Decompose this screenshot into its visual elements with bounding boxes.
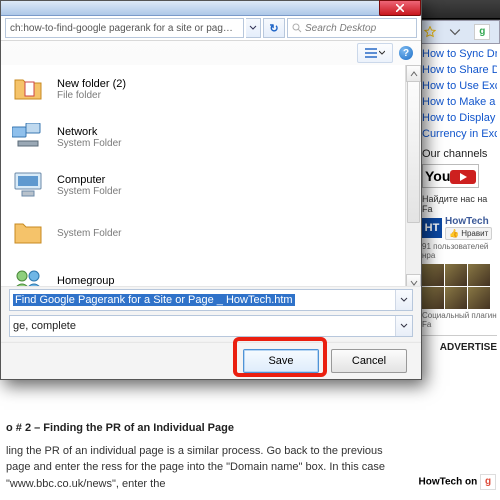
save-button[interactable]: Save — [243, 349, 319, 373]
sidebar-right: How to Sync Dr How to Share D How to Use… — [419, 44, 500, 500]
article-text: o # 2 – Finding the PR of an Individual … — [0, 414, 410, 492]
dialog-address-bar: ch:how-to-find-google pagerank for a sit… — [1, 16, 421, 41]
youtube-label: You — [425, 168, 450, 184]
dialog-toolbar: ? — [1, 41, 421, 66]
item-type: File folder — [57, 90, 126, 101]
close-button[interactable] — [379, 0, 421, 16]
list-item[interactable]: NetworkSystem Folder — [1, 113, 421, 161]
list-item[interactable]: ComputerSystem Folder — [1, 161, 421, 209]
filename-input[interactable]: Find Google Pagerank for a Site or Page … — [9, 289, 413, 311]
item-type: System Folder — [57, 228, 121, 239]
breadcrumb-path[interactable]: ch:how-to-find-google pagerank for a sit… — [5, 18, 244, 38]
facebook-heading-ru: Найдите нас на Fa — [422, 194, 497, 214]
help-icon: ? — [403, 48, 409, 59]
facebook-fan-thumbs — [422, 264, 497, 309]
related-link[interactable]: How to Make a — [422, 96, 497, 108]
chevron-down-icon — [379, 50, 385, 56]
folder-icon — [11, 216, 45, 250]
browser-toolbar-right: g — [414, 20, 500, 44]
facebook-plugin-text: Социальный плагин Fa — [422, 311, 497, 329]
filetype-dropdown[interactable] — [395, 316, 412, 336]
divider — [422, 335, 497, 336]
article-step-heading: o # 2 – Finding the PR of an Individual … — [6, 420, 404, 437]
related-link[interactable]: How to Display — [422, 112, 497, 124]
breadcrumb-dropdown[interactable] — [246, 18, 261, 38]
view-mode-button[interactable] — [357, 43, 393, 63]
facebook-like-button[interactable]: 👍 Нравит — [445, 227, 492, 240]
scroll-up-icon[interactable] — [406, 65, 421, 82]
filetype-value: ge, complete — [13, 320, 76, 332]
item-type: System Folder — [57, 186, 121, 197]
chevron-down-icon[interactable] — [449, 26, 461, 38]
favorite-star-icon[interactable] — [424, 26, 436, 38]
close-icon — [396, 4, 404, 12]
chevron-down-icon — [249, 24, 257, 32]
cancel-button[interactable]: Cancel — [331, 349, 407, 373]
filename-value: Find Google Pagerank for a Site or Page … — [13, 294, 295, 306]
howtech-on-google[interactable]: HowTech on g — [419, 474, 496, 490]
save-as-dialog: ch:how-to-find-google pagerank for a sit… — [0, 0, 422, 380]
related-link[interactable]: How to Sync Dr — [422, 48, 497, 60]
computer-icon — [11, 168, 45, 202]
youtube-button[interactable]: You — [422, 164, 479, 188]
howtech-name: HowTech — [445, 216, 492, 227]
view-icon — [365, 48, 377, 58]
dialog-fields: Find Google Pagerank for a Site or Page … — [1, 286, 421, 341]
list-item[interactable]: New folder (2)File folder — [1, 65, 421, 113]
folder-icon — [11, 72, 45, 106]
search-input[interactable]: Search Desktop — [287, 18, 417, 38]
scrollbar[interactable] — [405, 65, 421, 291]
filename-dropdown[interactable] — [395, 290, 412, 310]
refresh-icon: ↻ — [269, 22, 278, 35]
filetype-select[interactable]: ge, complete — [9, 315, 413, 337]
article-body: ling the PR of an individual page is a s… — [6, 443, 404, 493]
refresh-button[interactable]: ↻ — [263, 18, 285, 38]
item-name: New folder (2) — [57, 78, 126, 90]
channels-heading: Our channels — [422, 148, 497, 160]
help-button[interactable]: ? — [399, 46, 413, 60]
advertise-label[interactable]: ADVERTISE — [422, 342, 497, 353]
dialog-button-row: Save Cancel — [1, 342, 421, 379]
related-link[interactable]: How to Share D — [422, 64, 497, 76]
dialog-titlebar[interactable] — [1, 1, 421, 16]
item-name: Network — [57, 126, 121, 138]
google-toolbar-icon[interactable]: g — [474, 24, 490, 40]
file-list[interactable]: New folder (2)File folder NetworkSystem … — [1, 65, 421, 291]
scroll-thumb[interactable] — [407, 81, 420, 223]
related-link[interactable]: How to Use Exc — [422, 80, 497, 92]
list-item[interactable]: System Folder — [1, 209, 421, 257]
howtech-logo-icon: HT — [422, 218, 442, 238]
item-type: System Folder — [57, 138, 121, 149]
search-icon — [292, 23, 305, 33]
search-placeholder: Search Desktop — [305, 23, 376, 34]
item-name: Computer — [57, 174, 121, 186]
facebook-sub: 91 пользователей нра — [422, 242, 497, 260]
facebook-page-block[interactable]: HT HowTech 👍 Нравит — [422, 216, 497, 240]
network-icon — [11, 120, 45, 154]
related-link[interactable]: Currency in Exc — [422, 128, 497, 140]
